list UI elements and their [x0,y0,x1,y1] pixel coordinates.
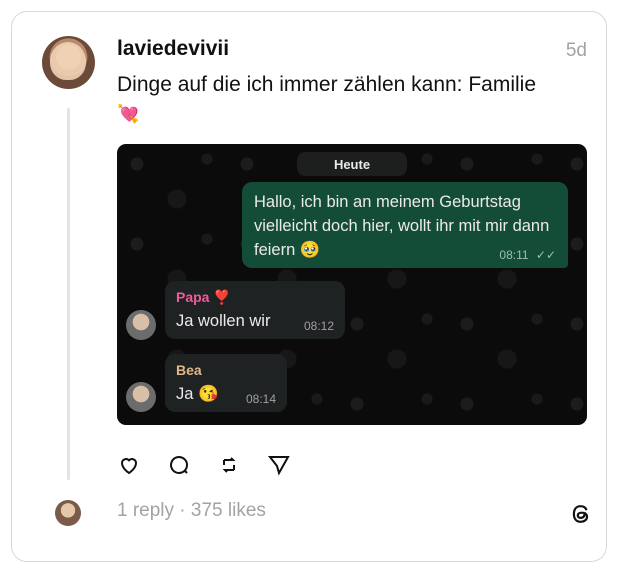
reply-button[interactable] [167,453,191,477]
message-text-content: Ja [176,385,194,403]
threads-logo-icon [572,505,589,523]
sender-name: Papa ❣️ [176,289,231,306]
share-button[interactable] [267,453,291,477]
incoming-message: Bea Ja 😘 08:14 [165,354,287,412]
pleading-emoji: 🥹 [299,241,321,259]
message-text: Ja 😘 [176,385,219,404]
post-text: Dinge auf die ich immer zählen kann: Fam… [117,70,577,129]
chat-screenshot[interactable]: Heute Hallo, ich bin an meinem Geburtsta… [117,144,587,425]
papa-avatar [126,310,156,340]
author-avatar[interactable] [42,36,95,89]
message-text: Ja wollen wir [176,312,271,330]
message-time: 08:12 [303,319,334,333]
read-ticks-icon: ✓✓ [535,248,556,262]
reply-like-stats[interactable]: 1 reply · 375 likes [117,500,266,522]
heart-icon [120,458,138,475]
date-pill: Heute [297,152,407,176]
thread-line [67,108,70,480]
reply-avatar[interactable] [55,500,81,526]
heart-arrow-emoji: 💘 [117,104,140,124]
outgoing-time: 08:11 [499,248,529,262]
message-time: 08:14 [245,392,276,406]
heart-exclamation-emoji: ❣️ [213,289,231,305]
share-icon [267,456,290,476]
incoming-message: Papa ❣️ Ja wollen wir 08:12 [165,281,345,339]
author-username[interactable]: laviedevivii [117,37,229,61]
action-bar [117,452,291,478]
kiss-emoji: 😘 [198,385,219,403]
repost-button[interactable] [217,453,241,477]
comment-icon [170,456,189,474]
sender-name: Bea [176,362,202,378]
like-button[interactable] [117,453,141,477]
outgoing-meta: 08:11 ✓✓ [499,248,556,262]
sender-name-text: Papa [176,289,210,305]
bea-avatar [126,382,156,412]
outgoing-message: Hallo, ich bin an meinem Geburtstag viel… [242,182,568,268]
post-time: 5d [565,40,587,61]
repost-icon [222,457,236,473]
post-text-line: Dinge auf die ich immer zählen kann: Fam… [117,73,537,96]
